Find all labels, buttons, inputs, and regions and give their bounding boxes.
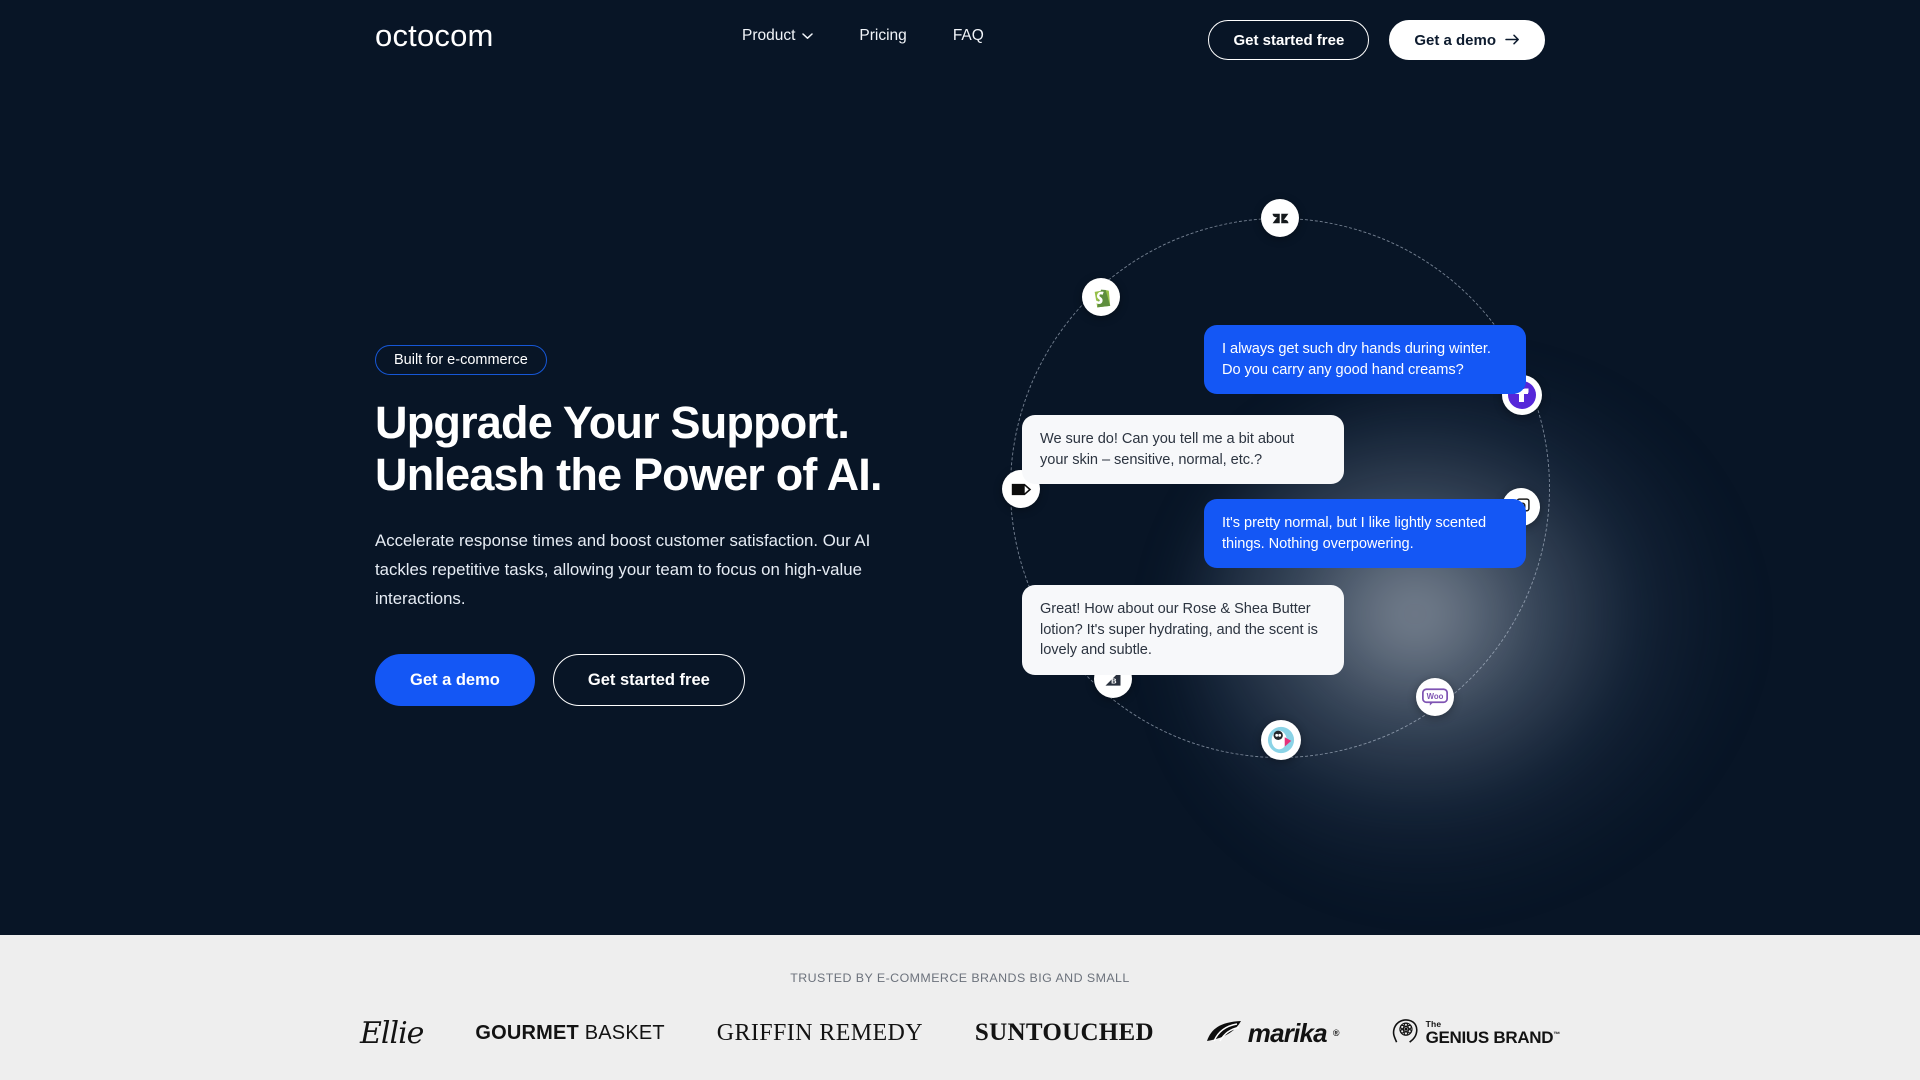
brand-logo-row: Ellie GOURMET BASKET GRIFFIN REMEDY SUNT… xyxy=(360,1003,1560,1063)
genius-wordmark: The GENIUS BRAND™ xyxy=(1425,1020,1561,1047)
brand-logo-marika: marika ® xyxy=(1206,1018,1339,1049)
genius-main: GENIUS BRAND™ xyxy=(1425,1027,1561,1047)
genius-head-icon xyxy=(1391,1017,1419,1050)
hero-title: Upgrade Your Support. Unleash the Power … xyxy=(375,397,935,501)
zendesk-icon[interactable] xyxy=(1261,199,1299,237)
hero-get-started-free-button[interactable]: Get started free xyxy=(552,654,745,707)
landing-page: octocom Product Pricing FAQ Get started … xyxy=(0,0,1920,1080)
hero-cta-group: Get a demo Get started free xyxy=(375,654,935,707)
main-nav: Product Pricing FAQ xyxy=(742,27,984,45)
header-actions: Get started free Get a demo xyxy=(1208,20,1545,60)
nav-item-product[interactable]: Product xyxy=(742,27,814,45)
svg-text:Woo: Woo xyxy=(1427,692,1444,701)
brand-logo-the-genius-brand: The GENIUS BRAND™ xyxy=(1391,1017,1560,1050)
hero-copy: Built for e-commerce Upgrade Your Suppor… xyxy=(375,345,935,707)
prestashop-icon[interactable] xyxy=(1261,720,1301,760)
trusted-by-section: TRUSTED BY E-COMMERCE BRANDS BIG AND SMA… xyxy=(0,935,1920,1080)
header-get-a-demo-label: Get a demo xyxy=(1414,31,1496,49)
marika-wordmark: marika xyxy=(1247,1017,1328,1048)
nav-item-faq-label: FAQ xyxy=(952,27,984,44)
chat-message-bot-1: We sure do! Can you tell me a bit about … xyxy=(1022,415,1344,485)
hero-section: Built for e-commerce Upgrade Your Suppor… xyxy=(0,0,1920,935)
trusted-by-label: TRUSTED BY E-COMMERCE BRANDS BIG AND SMA… xyxy=(790,971,1130,985)
gourmet-light: BASKET xyxy=(584,1021,665,1044)
nav-item-pricing[interactable]: Pricing xyxy=(859,27,906,45)
svg-text:B: B xyxy=(1111,677,1117,686)
chat-message-user-1: I always get such dry hands during winte… xyxy=(1204,325,1526,395)
brand-logo-griffin-remedy: GRIFFIN REMEDY xyxy=(716,1019,924,1046)
shopify-icon[interactable] xyxy=(1082,278,1120,316)
integrations-orbit: B Woo xyxy=(1002,199,1550,760)
brand-logo[interactable]: octocom xyxy=(375,18,494,54)
chat-message-user-2: It's pretty normal, but I like lightly s… xyxy=(1204,499,1526,569)
brand-logo-ellie: Ellie xyxy=(360,1015,424,1051)
header-get-started-free-button[interactable]: Get started free xyxy=(1208,20,1370,60)
brand-logo-gourmet-basket: GOURMET BASKET xyxy=(475,1022,665,1045)
arrow-right-icon xyxy=(1505,33,1520,48)
nav-item-pricing-label: Pricing xyxy=(859,27,907,44)
woocommerce-icon[interactable]: Woo xyxy=(1416,678,1454,716)
chat-message-bot-2: Great! How about our Rose & Shea Butter … xyxy=(1022,585,1344,676)
brand-logo-suntouched: SUNTOUCHED xyxy=(974,1019,1154,1046)
hero-get-a-demo-button[interactable]: Get a demo xyxy=(375,654,535,707)
header-get-a-demo-button[interactable]: Get a demo xyxy=(1389,20,1545,60)
nav-item-product-label: Product xyxy=(742,27,796,44)
marika-trademark: ® xyxy=(1332,1028,1340,1038)
hero-title-line-2: Unleash the Power of AI. xyxy=(375,449,883,501)
nav-item-faq[interactable]: FAQ xyxy=(953,27,984,45)
site-header: octocom Product Pricing FAQ Get started … xyxy=(0,0,1920,78)
hero-badge: Built for e-commerce xyxy=(375,345,547,375)
gourmet-bold: GOURMET xyxy=(475,1021,579,1044)
hero-title-line-1: Upgrade Your Support. xyxy=(375,397,850,448)
genius-trademark: ™ xyxy=(1553,1031,1560,1039)
genius-main-text: GENIUS BRAND xyxy=(1425,1027,1554,1047)
hero-subtitle: Accelerate response times and boost cust… xyxy=(375,531,871,609)
marika-swoosh-icon xyxy=(1206,1018,1242,1049)
chevron-down-icon xyxy=(802,32,814,40)
